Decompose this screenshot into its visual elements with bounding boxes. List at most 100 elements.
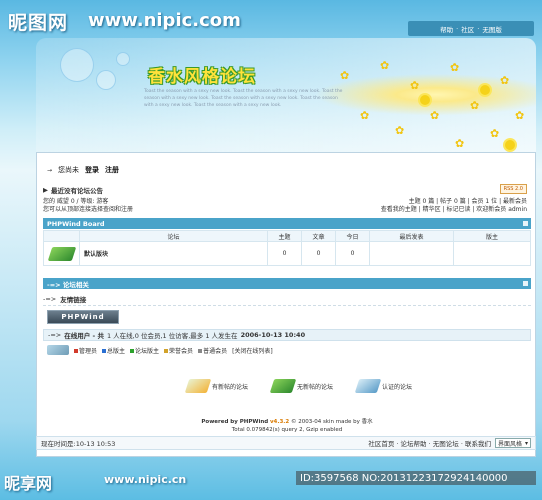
online-prefix: 在线用户 - 共 xyxy=(64,332,104,340)
flower-icon: ✿ xyxy=(500,74,510,87)
legend-no-new: 无新帖的论坛 xyxy=(269,379,333,393)
forum-stats: 主题 0 篇 | 帖子 0 篇 | 会员 1 位 | 最新会员 查看我的主题 |… xyxy=(381,198,527,214)
no-new-posts-icon xyxy=(269,379,297,393)
flower-icon: ✿ xyxy=(515,109,525,122)
user-info: 您的 威望 0 / 等级: 游客 您可以从顶部连接选择查阅和注册 xyxy=(43,198,133,214)
powered-by: Powered by PHPWind v4.3.2 © 2003-04 skin… xyxy=(37,418,537,434)
table-header: 今日 xyxy=(335,230,370,242)
register-link[interactable]: 注册 xyxy=(105,165,119,175)
mod-dot-icon xyxy=(130,348,135,353)
bubble-decoration xyxy=(96,70,116,90)
table-row: 默认版块 0 0 0 xyxy=(43,241,531,266)
flower-icon: ✿ xyxy=(340,69,350,82)
moderator xyxy=(453,241,531,266)
footer-links[interactable]: 社区首页 · 论坛帮助 · 无图论坛 · 联系我们 xyxy=(368,438,491,448)
table-header-row: 论坛 主题 文章 今日 最后发表 版主 xyxy=(43,230,531,242)
table-header: 版主 xyxy=(453,230,531,242)
watermark-logo: 昵图网 xyxy=(8,12,69,34)
collapse-icon[interactable] xyxy=(523,221,528,226)
rss-badge[interactable]: RSS 2.0 xyxy=(499,184,527,194)
flower-icon: ✿ xyxy=(380,59,390,72)
announcement: ▶ 最近没有论坛公告 xyxy=(43,185,103,195)
style-select[interactable]: 界面风格 ▾ xyxy=(494,438,531,448)
online-users-bar: -=> 在线用户 - 共 1 人在线,0 位会员,1 位访客,最多 1 人发生在… xyxy=(43,329,531,341)
stats-line2[interactable]: 查看我的主题 | 精华区 | 标记已读 | 欢迎新会员 admin xyxy=(381,206,527,214)
honor-dot-icon xyxy=(164,348,169,353)
main-panel: → 您尚未 登录 注册 ▶ 最近没有论坛公告 RSS 2.0 您的 威望 0 /… xyxy=(36,152,536,457)
related-header: -=> 论坛相关 xyxy=(43,278,531,289)
community-link[interactable]: 社区 xyxy=(461,24,474,34)
verified-icon xyxy=(354,379,382,393)
copyright: © 2003-04 skin made by 香水 xyxy=(290,419,373,425)
arrow-icon: → xyxy=(47,166,53,174)
table-header: 最后发表 xyxy=(369,230,454,242)
powered-text[interactable]: Powered by PHPWind xyxy=(201,419,268,425)
normal-dot-icon xyxy=(198,348,203,353)
greeting-text: 您尚未 xyxy=(58,166,80,174)
forum-name[interactable]: 默认版块 xyxy=(79,241,268,266)
links-row: -=> 友情链接 xyxy=(43,295,87,304)
forum-table: 论坛 主题 文章 今日 最后发表 版主 默认版块 0 0 0 xyxy=(43,230,531,266)
divider xyxy=(43,305,531,306)
today-count: 0 xyxy=(335,241,370,266)
members-icon xyxy=(47,345,69,355)
watermark-bottom-logo: 昵享网 xyxy=(4,474,53,493)
banner-text: Toast the season with a sexy new look. T… xyxy=(144,89,343,108)
chevron-down-icon: ▾ xyxy=(524,439,528,447)
flower-icon xyxy=(505,140,515,150)
topics-count: 0 xyxy=(267,241,302,266)
legend-admin: 管理员 xyxy=(74,346,97,355)
table-header: 主题 xyxy=(267,230,302,242)
watermark-bottom-url: www.nipic.cn xyxy=(104,473,187,486)
current-time: 现在时间是:10-13 10:53 xyxy=(41,440,116,448)
table-header: 论坛 xyxy=(79,230,268,242)
forum-status-legend: 有新帖的论坛 无新帖的论坛 认证的论坛 xyxy=(184,379,412,393)
super-mod-dot-icon xyxy=(102,348,107,353)
legend-super-mod: 总版主 xyxy=(102,346,125,355)
stats-line1[interactable]: 主题 0 篇 | 帖子 0 篇 | 会员 1 位 | 最新会员 xyxy=(381,198,527,206)
top-links: 帮助 · 社区 · 无图版 xyxy=(408,21,534,36)
flower-icon: ✿ xyxy=(470,99,480,112)
table-header: 文章 xyxy=(301,230,336,242)
close-online-list[interactable]: [关闭在线列表] xyxy=(232,346,273,355)
admin-dot-icon xyxy=(74,348,78,353)
announcement-text[interactable]: 最近没有论坛公告 xyxy=(51,185,103,195)
forum-icon-cell xyxy=(43,241,80,266)
no-image-link[interactable]: 无图版 xyxy=(482,24,502,34)
board-header: PHPWind Board xyxy=(43,218,531,229)
legend-verified: 认证的论坛 xyxy=(354,379,412,393)
flower-icon: ✿ xyxy=(490,127,500,140)
bubble-decoration xyxy=(116,52,130,66)
user-info-line2: 您可以从顶部连接选择查阅和注册 xyxy=(43,206,134,213)
user-info-line1: 您的 威望 0 / 等级: 游客 xyxy=(43,198,109,205)
flower-icon xyxy=(420,95,430,105)
collapse-icon[interactable] xyxy=(523,281,528,286)
version: v4.3.2 xyxy=(269,419,290,425)
flower-icon: ✿ xyxy=(395,124,405,137)
bubble-decoration xyxy=(60,48,94,82)
watermark-id: ID:3597568 NO:20131223172924140000 xyxy=(296,471,536,485)
friend-links-label: 友情链接 xyxy=(60,296,87,304)
board-title[interactable]: PHPWind Board xyxy=(47,220,105,228)
login-row: → 您尚未 登录 注册 xyxy=(47,165,119,175)
help-link[interactable]: 帮助 xyxy=(440,24,453,34)
flower-icon: ✿ xyxy=(450,61,460,74)
related-title[interactable]: -=> 论坛相关 xyxy=(47,279,89,289)
triangle-icon: ▶ xyxy=(43,186,48,194)
flower-icon xyxy=(480,85,490,95)
flower-icon: ✿ xyxy=(430,109,440,122)
legend-normal: 普通会员 xyxy=(198,346,227,355)
online-time: 2006-10-13 10:40 xyxy=(240,331,306,339)
watermark-url: www.nipic.com xyxy=(88,10,241,31)
query-info: Total 0.079842(s) query 2, Gzip enabled xyxy=(231,427,343,433)
phpwind-logo[interactable]: PHPWind xyxy=(47,310,119,324)
online-text: 1 人在线,0 位会员,1 位访客,最多 1 人发生在 xyxy=(106,332,238,340)
member-legend: 管理员 总版主 论坛版主 荣誉会员 普通会员 [关闭在线列表] xyxy=(47,345,273,355)
flower-icon: ✿ xyxy=(360,109,370,122)
flower-icon: ✿ xyxy=(455,137,465,150)
flower-icon: ✿ xyxy=(410,79,420,92)
table-header xyxy=(43,230,80,242)
login-link[interactable]: 登录 xyxy=(85,165,99,175)
footer-bar: 现在时间是:10-13 10:53 社区首页 · 论坛帮助 · 无图论坛 · 联… xyxy=(36,436,536,450)
legend-honor: 荣誉会员 xyxy=(164,346,193,355)
